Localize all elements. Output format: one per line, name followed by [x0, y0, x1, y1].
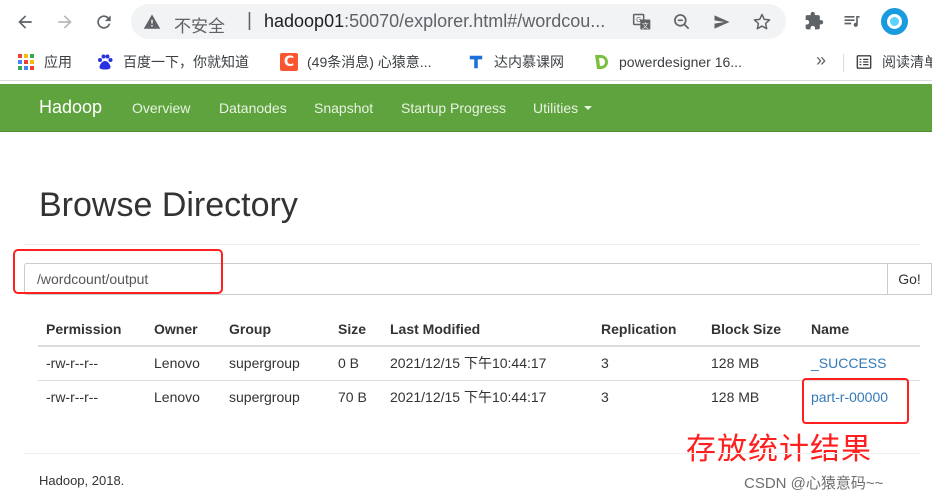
column-header-block-size[interactable]: Block Size	[703, 312, 803, 347]
tarena-icon	[467, 53, 485, 71]
column-header-owner[interactable]: Owner	[146, 312, 221, 347]
bookmark-label: 应用	[44, 54, 72, 70]
hadoop-navbar: Hadoop Overview Datanodes Snapshot Start…	[0, 84, 932, 132]
forward-arrow-icon	[58, 15, 72, 29]
nav-utilities-dropdown[interactable]: Utilities	[533, 100, 593, 116]
title-divider	[24, 244, 920, 245]
url-host: hadoop01	[264, 11, 345, 31]
cell-last-modified: 2021/12/15 下午10:44:17	[382, 379, 593, 414]
address-bar[interactable]: 不安全 | hadoop01:50070/explorer.html#/word…	[131, 4, 786, 39]
warning-triangle-icon	[143, 14, 161, 29]
directory-table: Permission Owner Group Size Last Modifie…	[38, 312, 920, 414]
table-row: -rw-r--r-- Lenovo supergroup 70 B 2021/1…	[38, 379, 920, 414]
directory-path-input[interactable]	[24, 263, 888, 295]
column-header-name[interactable]: Name	[803, 312, 920, 347]
bookmark-star-button[interactable]	[751, 11, 773, 33]
powerdesigner-icon	[592, 53, 610, 71]
profile-avatar-icon	[887, 14, 902, 29]
bookmarks-divider	[843, 54, 844, 72]
send-tab-button[interactable]	[711, 11, 733, 33]
cell-name: _SUCCESS	[803, 346, 920, 380]
profile-avatar[interactable]	[881, 8, 908, 35]
reading-list-label: 阅读清单	[882, 54, 932, 70]
file-link-success[interactable]: _SUCCESS	[811, 355, 886, 371]
column-header-replication[interactable]: Replication	[593, 312, 703, 347]
bookmark-baidu[interactable]: 百度一下，你就知道	[96, 52, 249, 72]
translate-button[interactable]: 文G	[631, 11, 653, 33]
svg-text:G: G	[636, 16, 641, 24]
go-button[interactable]: Go!	[887, 263, 932, 295]
forward-button[interactable]	[50, 7, 80, 37]
nav-snapshot[interactable]: Snapshot	[314, 100, 373, 116]
star-icon	[753, 13, 771, 30]
cell-block-size: 128 MB	[711, 355, 760, 372]
bookmark-label: 百度一下，你就知道	[123, 54, 249, 70]
translate-icon: 文G	[632, 13, 651, 30]
cell-replication: 3	[601, 355, 609, 372]
url-text[interactable]: hadoop01:50070/explorer.html#/wordcou...	[264, 11, 619, 32]
column-header-permission[interactable]: Permission	[38, 312, 146, 347]
svg-text:文: 文	[642, 21, 649, 30]
watermark-text: CSDN @心猿意码~~	[744, 475, 884, 492]
omnibox-separator: |	[247, 10, 252, 31]
bookmark-label: 达内慕课网	[494, 54, 564, 70]
nav-overview[interactable]: Overview	[132, 100, 190, 116]
table-row: -rw-r--r-- Lenovo supergroup 0 B 2021/12…	[38, 346, 920, 380]
reload-icon	[97, 15, 111, 29]
baidu-paw-icon	[96, 53, 114, 71]
csdn-c-icon: C	[280, 53, 298, 71]
annotation-text: 存放统计结果	[686, 433, 872, 466]
cell-permission: -rw-r--r--	[38, 379, 146, 414]
zoom-out-icon	[674, 14, 690, 30]
bookmark-apps[interactable]: 应用	[17, 52, 72, 72]
back-button[interactable]	[10, 7, 40, 37]
column-header-group[interactable]: Group	[221, 312, 330, 347]
file-link-part-r-00000[interactable]: part-r-00000	[811, 389, 888, 405]
bookmark-tarena[interactable]: 达内慕课网	[467, 52, 564, 72]
cell-replication: 3	[593, 379, 703, 414]
caret-down-icon	[584, 106, 593, 111]
playlist-icon	[844, 16, 860, 27]
cell-last-modified: 2021/12/15 下午10:44:17	[390, 355, 547, 372]
column-header-last-modified[interactable]: Last Modified	[382, 312, 593, 347]
browser-toolbar: 不安全 | hadoop01:50070/explorer.html#/word…	[0, 0, 932, 44]
cell-permission: -rw-r--r--	[46, 355, 99, 372]
nav-startup-progress[interactable]: Startup Progress	[401, 100, 506, 116]
media-control-button[interactable]	[840, 9, 864, 33]
extensions-button[interactable]	[802, 9, 826, 33]
table-header-row: Permission Owner Group Size Last Modifie…	[38, 312, 920, 347]
bookmark-label: (49条消息) 心猿意...	[307, 54, 432, 70]
footer-divider	[24, 453, 920, 454]
send-icon	[714, 15, 730, 29]
zoom-button[interactable]	[671, 11, 693, 33]
cell-block-size: 128 MB	[703, 379, 803, 414]
cell-owner: Lenovo	[154, 355, 200, 372]
insecure-label: 不安全	[174, 17, 225, 36]
reading-list-icon	[855, 53, 873, 71]
cell-size: 0 B	[338, 355, 360, 372]
column-header-size[interactable]: Size	[330, 312, 382, 347]
bookmarks-overflow-button[interactable]: »	[816, 50, 826, 71]
cell-group: supergroup	[221, 379, 330, 414]
url-path: :50070/explorer.html#/wordcou...	[344, 11, 606, 31]
cell-name: part-r-00000	[803, 379, 920, 414]
puzzle-icon	[805, 11, 824, 30]
cell-owner: Lenovo	[146, 379, 221, 414]
cell-size: 70 B	[330, 379, 382, 414]
footer-text: Hadoop, 2018.	[39, 473, 125, 488]
bookmark-label: powerdesigner 16...	[619, 54, 742, 70]
navbar-brand[interactable]: Hadoop	[39, 97, 102, 118]
bookmark-powerdesigner[interactable]: powerdesigner 16...	[592, 52, 742, 72]
page-title: Browse Directory	[39, 186, 298, 224]
nav-datanodes[interactable]: Datanodes	[219, 100, 287, 116]
apps-grid-icon	[17, 53, 35, 71]
cell-group: supergroup	[229, 355, 300, 372]
nav-utilities-label: Utilities	[533, 100, 579, 116]
reload-button[interactable]	[89, 7, 119, 37]
bookmark-csdn[interactable]: C (49条消息) 心猿意...	[280, 52, 431, 72]
reading-list-button[interactable]: 阅读清单	[855, 52, 932, 72]
bookmarks-bar: 应用 百度一下，你就知道 C (49条消息) 心猿意... 达内慕课网 powe…	[0, 44, 932, 81]
back-arrow-icon	[18, 15, 32, 29]
